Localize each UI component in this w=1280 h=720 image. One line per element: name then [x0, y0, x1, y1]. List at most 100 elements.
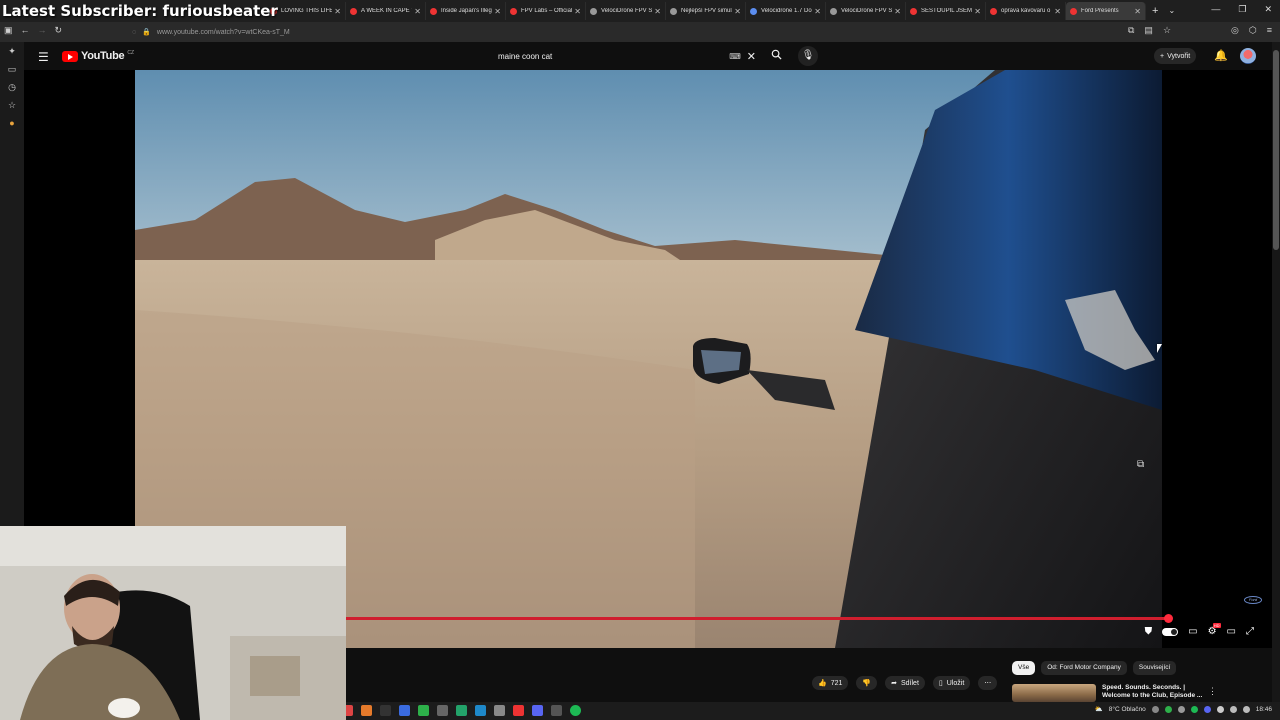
- network-icon[interactable]: [1229, 705, 1237, 713]
- theater-mode-icon[interactable]: ▭: [1227, 626, 1236, 637]
- progress-scrubber[interactable]: [1164, 614, 1173, 623]
- browser-tab[interactable]: Velocidrone 1.7 Do ✕: [746, 2, 826, 20]
- app-icon[interactable]: [437, 705, 448, 716]
- wallet-icon[interactable]: ●: [0, 114, 24, 132]
- more-vertical-icon[interactable]: ⋮: [1208, 686, 1217, 697]
- close-tab-icon[interactable]: ✕: [894, 7, 901, 16]
- extensions-icon[interactable]: ⬡: [1249, 25, 1257, 36]
- app-icon[interactable]: [418, 705, 429, 716]
- app-icon[interactable]: [532, 705, 543, 716]
- url-text[interactable]: www.youtube.com/watch?v=wtCKea-sT_M: [157, 29, 290, 36]
- weather-text[interactable]: 8°C Oblačno: [1109, 706, 1146, 713]
- browser-tab[interactable]: FPV Labs – Official ✕: [506, 2, 586, 20]
- subtitles-icon[interactable]: ▭: [1188, 626, 1197, 637]
- browser-tab[interactable]: Nejlepší FPV simulá ✕: [666, 2, 746, 20]
- more-actions-button[interactable]: ⋯: [978, 676, 998, 690]
- chip-all[interactable]: Vše: [1012, 661, 1036, 675]
- browser-tab[interactable]: A WEEK IN CAPE Y ✕: [346, 2, 426, 20]
- app-icon[interactable]: [380, 705, 391, 716]
- progress-bar[interactable]: [346, 617, 1168, 620]
- app-icon[interactable]: [494, 705, 505, 716]
- app-icon[interactable]: [399, 705, 410, 716]
- close-tab-icon[interactable]: ✕: [974, 7, 981, 16]
- account-avatar[interactable]: [1240, 48, 1256, 64]
- favorites-icon[interactable]: ☆: [0, 96, 24, 114]
- bookmark-icon[interactable]: ☆: [1163, 25, 1171, 36]
- close-tab-icon[interactable]: ✕: [494, 7, 501, 16]
- spotify-icon[interactable]: [570, 705, 581, 716]
- browser-tab[interactable]: SESTOUPIL JSEM D✕: [906, 2, 986, 20]
- browser-tab[interactable]: VelociDrone FPV Si ✕: [826, 2, 906, 20]
- close-tab-icon[interactable]: ✕: [734, 7, 741, 16]
- share-button[interactable]: ➦ Sdílet: [885, 676, 925, 690]
- search-icon[interactable]: [766, 49, 786, 63]
- forward-icon[interactable]: →: [38, 25, 47, 36]
- history-icon[interactable]: ◷: [0, 78, 24, 96]
- tray-icon[interactable]: [1164, 705, 1172, 713]
- recommended-title-line2[interactable]: Welcome to the Club, Episode ...: [1102, 692, 1202, 700]
- tray-icon[interactable]: [1216, 705, 1224, 713]
- clock[interactable]: 18:46: [1256, 706, 1272, 713]
- browser-tab[interactable]: LOVING THIS LIFE ✕: [266, 2, 346, 20]
- wallet-icon[interactable]: ◎: [1231, 25, 1239, 36]
- menu-icon[interactable]: ≡: [1267, 25, 1272, 36]
- app-icon[interactable]: [475, 705, 486, 716]
- browser-tab[interactable]: VelociDrone FPV Si ✕: [586, 2, 666, 20]
- close-tab-icon[interactable]: ✕: [1134, 7, 1141, 16]
- clear-search-icon[interactable]: ✕: [747, 50, 756, 63]
- autoplay-toggle[interactable]: [1162, 627, 1179, 636]
- recommended-title-line1[interactable]: Speed. Sounds. Seconds. |: [1102, 684, 1202, 692]
- keyboard-icon[interactable]: ⌨: [729, 52, 741, 61]
- app-icon[interactable]: [551, 705, 562, 716]
- minimize-icon[interactable]: —: [1211, 4, 1220, 15]
- ai-icon[interactable]: ✦: [0, 42, 24, 60]
- recommended-video[interactable]: Speed. Sounds. Seconds. | Welcome to the…: [1012, 684, 1212, 702]
- sidebar-toggle-icon[interactable]: ▣: [4, 25, 13, 36]
- page-scrollbar[interactable]: [1272, 42, 1280, 702]
- browser-tab[interactable]: oprava kávovaru o ✕: [986, 2, 1066, 20]
- browser-icon[interactable]: [361, 705, 372, 716]
- close-tab-icon[interactable]: ✕: [1054, 7, 1061, 16]
- pip-icon[interactable]: ▤: [1144, 25, 1153, 36]
- tray-icon[interactable]: [1177, 705, 1185, 713]
- url-field[interactable]: ◌ 🔒 www.youtube.com/watch?v=wtCKea-sT_M: [132, 25, 290, 39]
- bookmarks-icon[interactable]: ▭: [0, 60, 24, 78]
- close-tab-icon[interactable]: ✕: [574, 7, 581, 16]
- fullscreen-icon[interactable]: ⤢: [1246, 626, 1254, 637]
- chip-from-channel[interactable]: Od: Ford Motor Company: [1041, 661, 1127, 675]
- create-button[interactable]: + Vytvořit: [1154, 48, 1197, 64]
- miniplayer-icon[interactable]: ⧉: [1137, 459, 1144, 470]
- tray-icon[interactable]: [1203, 705, 1211, 713]
- voice-search-icon[interactable]: 🎙: [798, 46, 818, 66]
- restore-icon[interactable]: ❐: [1238, 4, 1246, 15]
- new-tab-button[interactable]: +: [1152, 2, 1158, 20]
- settings-gear-icon[interactable]: ⚙ HD: [1208, 623, 1221, 637]
- volume-icon[interactable]: [1242, 705, 1250, 713]
- tab-list-chevron-icon[interactable]: ⌄: [1168, 2, 1175, 20]
- close-tab-icon[interactable]: ✕: [814, 7, 821, 16]
- notifications-bell-icon[interactable]: 🔔: [1214, 49, 1228, 62]
- tray-icon[interactable]: [1190, 705, 1198, 713]
- close-tab-icon[interactable]: ✕: [334, 7, 341, 16]
- reload-icon[interactable]: ↻: [55, 25, 63, 36]
- back-icon[interactable]: ←: [21, 25, 30, 36]
- dislike-button[interactable]: 👎: [856, 676, 878, 690]
- close-tab-icon[interactable]: ✕: [654, 7, 661, 16]
- app-icon[interactable]: [513, 705, 524, 716]
- close-tab-icon[interactable]: ✕: [414, 7, 421, 16]
- app-icon[interactable]: [456, 705, 467, 716]
- hamburger-menu-icon[interactable]: ☰: [38, 50, 49, 64]
- scrollbar-thumb[interactable]: [1273, 50, 1279, 250]
- search-input[interactable]: [490, 46, 730, 66]
- save-button[interactable]: ▯ Uložit: [932, 676, 971, 690]
- chip-related[interactable]: Související: [1132, 661, 1177, 675]
- browser-tab[interactable]: Inside Japan's Illeg ✕: [426, 2, 506, 20]
- youtube-logo[interactable]: YouTube CZ: [62, 50, 134, 62]
- like-button[interactable]: 👍 721: [812, 676, 849, 690]
- sponsor-shield-icon[interactable]: ⛊: [1145, 626, 1153, 637]
- screenshot-icon[interactable]: ⧉: [1128, 25, 1134, 36]
- tray-icon[interactable]: [1151, 705, 1159, 713]
- recommended-thumbnail[interactable]: [1012, 684, 1096, 702]
- close-window-icon[interactable]: ✕: [1264, 4, 1272, 15]
- browser-tab-active[interactable]: Ford Presents ✕: [1066, 2, 1146, 20]
